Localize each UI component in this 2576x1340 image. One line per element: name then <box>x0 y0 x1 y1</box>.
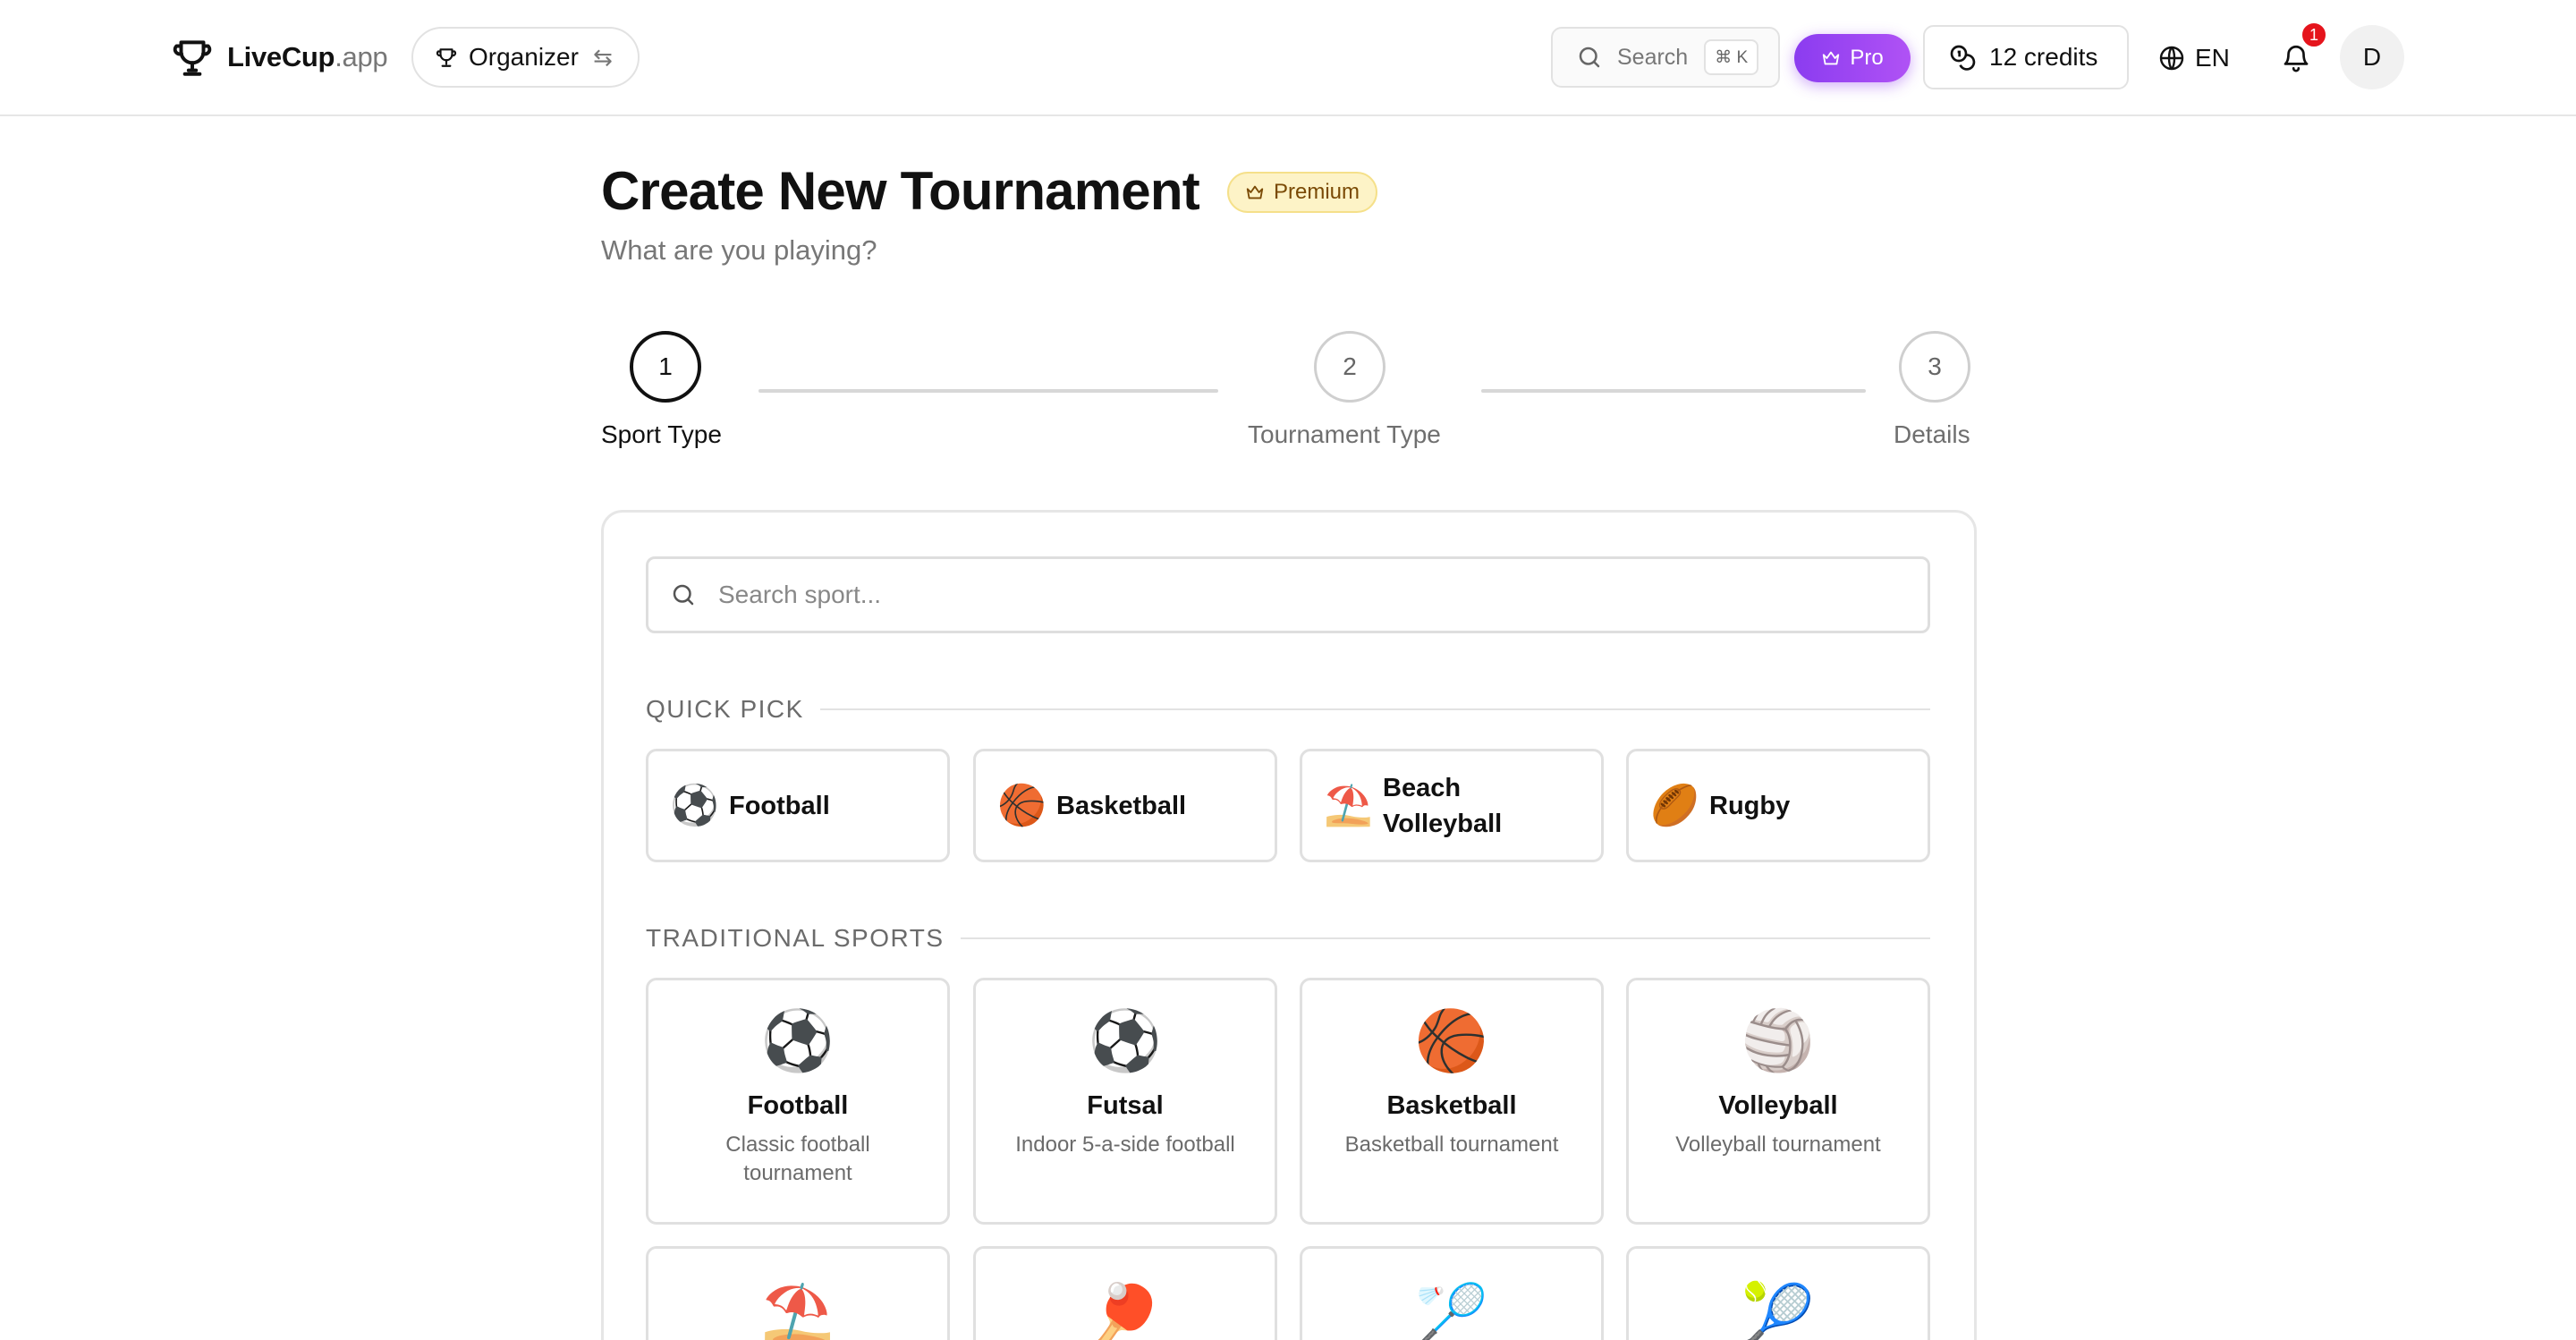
coins-icon <box>1950 45 1976 71</box>
sport-search-placeholder: Search sport... <box>718 581 882 608</box>
badminton-icon: 🏸 <box>1414 1281 1489 1340</box>
sport-tile-table-tennis[interactable]: 🏓 <box>973 1246 1277 1340</box>
sport-description: Indoor 5-a-side football <box>1015 1132 1235 1157</box>
quick-pick-beach-volleyball[interactable]: ⛱️ Beach Volleyball <box>1300 749 1604 862</box>
sport-tile-basketball[interactable]: 🏀 Basketball Basketball tournament <box>1300 978 1604 1225</box>
quick-pick-basketball[interactable]: 🏀 Basketball <box>973 749 1277 862</box>
trophy-icon <box>436 48 457 67</box>
divider <box>960 937 1930 939</box>
search-icon <box>1579 47 1600 68</box>
sport-name: Football <box>747 1091 849 1120</box>
sport-description: Basketball tournament <box>1344 1132 1559 1157</box>
step-1-indicator[interactable]: 1 <box>630 331 701 403</box>
step-3-label: Details <box>1894 420 1970 448</box>
notification-count-badge: 1 <box>2300 21 2328 49</box>
soccer-ball-icon: ⚽ <box>760 1007 835 1073</box>
divider <box>819 708 1930 710</box>
crown-icon <box>1823 51 1840 65</box>
quick-pick-heading-text: QUICK PICK <box>646 695 804 723</box>
sport-description: Classic football tournament <box>725 1132 870 1185</box>
step-1-label: Sport Type <box>601 420 722 448</box>
step-connector <box>1481 389 1866 393</box>
pro-upgrade-button[interactable]: Pro <box>1794 34 1911 82</box>
step-connector <box>758 389 1218 393</box>
search-shortcut: ⌘ K <box>1704 39 1759 75</box>
crown-icon <box>1246 185 1264 199</box>
quick-pick-label: Football <box>729 791 830 820</box>
user-avatar-button[interactable]: D <box>2340 25 2404 89</box>
language-button[interactable]: EN <box>2157 34 2230 82</box>
top-navbar: LiveCup.app Organizer ⇆ Search ⌘ K Pro 1… <box>0 0 2576 116</box>
swap-icon: ⇆ <box>592 43 613 71</box>
app-logo[interactable]: LiveCup.app <box>170 34 388 81</box>
traditional-sports-heading-text: TRADITIONAL SPORTS <box>646 924 945 952</box>
quick-pick-label: Basketball <box>1056 791 1187 820</box>
step-2-indicator[interactable]: 2 <box>1314 331 1385 403</box>
sport-tile-badminton[interactable]: 🏸 <box>1300 1246 1604 1340</box>
page-subtitle: What are you playing? <box>601 234 877 266</box>
quick-pick-heading: QUICK PICK <box>646 691 1930 727</box>
logo-suffix: .app <box>335 41 388 72</box>
search-icon <box>673 584 694 606</box>
beach-umbrella-icon: ⛱️ <box>760 1281 835 1340</box>
soccer-ball-icon: ⚽ <box>670 783 719 827</box>
step-2-label: Tournament Type <box>1248 420 1441 448</box>
sport-tile-tennis[interactable]: 🎾 <box>1626 1246 1930 1340</box>
step-3-indicator[interactable]: 3 <box>1899 331 1970 403</box>
quick-pick-label: Rugby <box>1709 791 1791 820</box>
sport-name: Volleyball <box>1718 1091 1838 1120</box>
sport-tile-beach-volleyball[interactable]: ⛱️ <box>646 1246 950 1340</box>
sport-description: Volleyball tournament <box>1675 1132 1881 1157</box>
language-label: EN <box>2195 44 2230 72</box>
sport-name: Futsal <box>1087 1091 1164 1120</box>
quick-pick-football[interactable]: ⚽ Football <box>646 749 950 862</box>
trophy-icon <box>173 40 212 76</box>
basketball-icon: 🏀 <box>1414 1007 1489 1073</box>
quick-pick-rugby[interactable]: 🏉 Rugby <box>1626 749 1930 862</box>
basketball-icon: 🏀 <box>997 783 1046 827</box>
credits-label: 12 credits <box>1989 43 2098 71</box>
premium-label: Premium <box>1274 180 1360 204</box>
premium-badge: Premium <box>1227 172 1378 213</box>
tennis-ball-icon: 🎾 <box>1741 1281 1816 1340</box>
sport-tile-football[interactable]: ⚽ Football Classic football tournament <box>646 978 950 1225</box>
globe-icon <box>2159 46 2184 71</box>
logo-name: LiveCup <box>227 41 335 72</box>
sport-tile-futsal[interactable]: ⚽ Futsal Indoor 5-a-side football <box>973 978 1277 1225</box>
credits-button[interactable]: 12 credits <box>1923 25 2129 89</box>
quick-pick-label: Beach Volleyball <box>1383 773 1503 838</box>
role-label: Organizer <box>469 43 579 71</box>
rugby-ball-icon: 🏉 <box>1650 783 1699 827</box>
sport-tile-volleyball[interactable]: 🏐 Volleyball Volleyball tournament <box>1626 978 1930 1225</box>
global-search-button[interactable]: Search ⌘ K <box>1551 27 1780 88</box>
volleyball-icon: 🏐 <box>1741 1007 1816 1073</box>
soccer-ball-icon: ⚽ <box>1088 1007 1163 1073</box>
ping-pong-icon: 🏓 <box>1088 1281 1163 1340</box>
role-switcher-button[interactable]: Organizer ⇆ <box>411 27 640 88</box>
pro-label: Pro <box>1850 46 1884 70</box>
sport-name: Basketball <box>1386 1091 1517 1120</box>
sport-search-input[interactable]: Search sport... <box>646 556 1930 633</box>
traditional-sports-heading: TRADITIONAL SPORTS <box>646 920 1930 956</box>
beach-umbrella-icon: ⛱️ <box>1324 783 1373 827</box>
search-label: Search <box>1617 44 1689 70</box>
page-title: Create New Tournament <box>601 161 1200 221</box>
